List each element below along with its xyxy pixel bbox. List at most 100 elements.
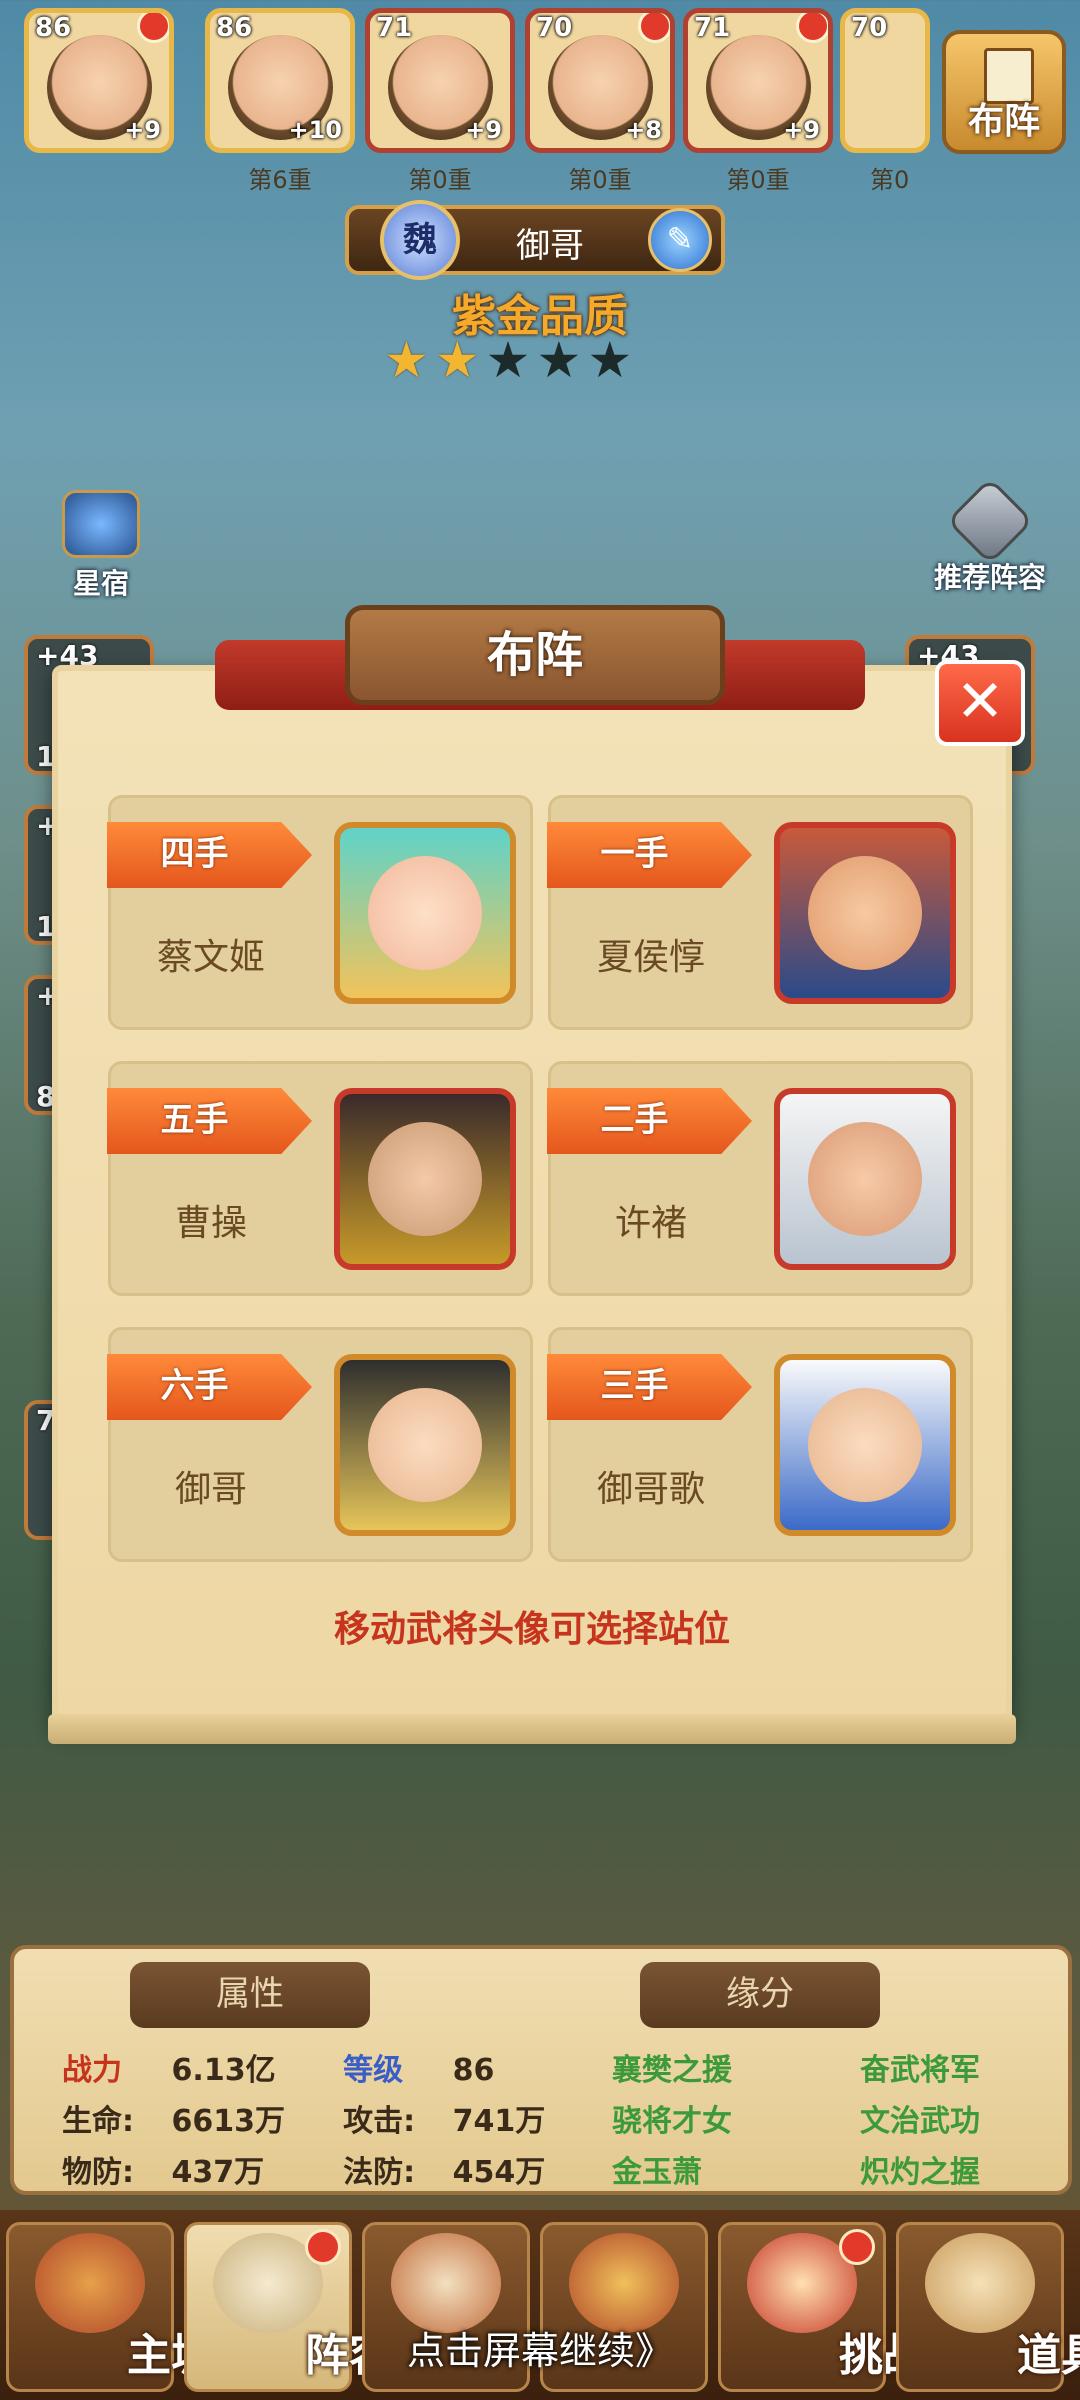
hero-portrait[interactable] — [774, 1354, 956, 1536]
slot-order-tag: 五手 — [107, 1088, 312, 1154]
slot-hero-name: 蔡文姬 — [156, 937, 265, 978]
bond-item[interactable]: 炽灼之握 — [860, 2147, 980, 2191]
stat-value: 6613万 — [171, 2104, 286, 2139]
slot-order-tag: 二手 — [547, 1088, 752, 1154]
bond-item[interactable]: 文治武功 — [860, 2096, 980, 2140]
notification-dot — [839, 2229, 875, 2265]
hero-plus: +10 — [288, 116, 342, 144]
edit-name-button[interactable]: ✎ — [648, 208, 712, 272]
hero-card-3[interactable]: 71 +9 — [365, 8, 515, 153]
pencil-icon: ✎ — [666, 220, 694, 258]
hero-level: 71 — [376, 13, 413, 43]
hero-caption: 第0 — [870, 166, 910, 194]
hero-plus: +9 — [124, 116, 161, 144]
kingdom-badge: 魏 — [380, 200, 460, 280]
modal-title: 布阵 — [486, 627, 583, 683]
notification-dot — [638, 13, 670, 43]
tap-to-continue[interactable]: 点击屏幕继续》 — [360, 2320, 720, 2375]
bag-icon — [925, 2233, 1035, 2333]
slot-hero-name: 许褚 — [614, 1203, 687, 1244]
hero-card-5[interactable]: 71 +9 — [683, 8, 833, 153]
stat-value: 6.13亿 — [171, 2053, 276, 2088]
stat-key: 战力 — [62, 2053, 122, 2088]
treasure-icon — [569, 2233, 679, 2333]
notification-dot — [137, 13, 169, 43]
hero-portrait[interactable] — [334, 1354, 516, 1536]
hero-face — [368, 1122, 482, 1236]
nav-lineup[interactable]: 阵容 — [184, 2222, 393, 2392]
slot-hero-name: 御哥歌 — [596, 1469, 705, 1510]
stat-key: 攻击: — [343, 2104, 416, 2139]
stat-key: 物防: — [62, 2155, 134, 2190]
bond-item[interactable]: 金玉萧 — [612, 2147, 702, 2191]
hero-plus: +9 — [465, 116, 502, 144]
bond-item[interactable]: 襄樊之援 — [612, 2045, 732, 2089]
stat-key: 法防: — [343, 2155, 416, 2190]
close-button[interactable]: ✕ — [935, 660, 1025, 746]
constellation-icon — [62, 490, 140, 558]
general-icon — [391, 2233, 501, 2333]
hero-level: 71 — [694, 13, 731, 43]
stat-value: 741万 — [452, 2104, 546, 2139]
nav-main-city[interactable]: 主城 — [6, 2222, 215, 2392]
formation-button-label: 布阵 — [967, 101, 1040, 142]
hero-caption: 第0重 — [568, 166, 632, 194]
recommended-lineup-label: 推荐阵容 — [933, 561, 1046, 594]
formation-slot-3[interactable]: 三手 御哥歌 — [547, 1327, 973, 1562]
formation-slot-6[interactable]: 六手 御哥 — [107, 1327, 533, 1562]
recommended-lineup-button[interactable]: 推荐阵容 — [915, 477, 1065, 600]
hero-card-6[interactable]: 70 — [840, 8, 930, 153]
formation-slot-5[interactable]: 五手 曹操 — [107, 1061, 533, 1296]
stat-key: 等级 — [343, 2053, 404, 2088]
nav-challenge[interactable]: 挑战 — [718, 2222, 927, 2392]
slot-order-tag: 三手 — [547, 1354, 752, 1420]
notification-dot — [796, 13, 828, 43]
slot-order-tag: 一手 — [547, 822, 752, 888]
crossed-swords-icon — [946, 477, 1034, 565]
hero-portrait[interactable] — [774, 1088, 956, 1270]
star-empty-icon: ★ — [536, 331, 582, 389]
hero-level: 86 — [35, 13, 72, 43]
stat-row: 物防: 437万 法防: 454万 — [62, 2147, 545, 2191]
bond-item[interactable]: 骁将才女 — [612, 2096, 732, 2140]
slot-hero-name: 夏侯惇 — [596, 937, 705, 978]
stat-value: 86 — [452, 2053, 495, 2088]
hero-face — [368, 856, 482, 970]
hero-caption: 第0重 — [726, 166, 790, 194]
formation-slot-1[interactable]: 一手 夏侯惇 — [547, 795, 973, 1030]
constellation-label: 星宿 — [72, 567, 129, 600]
nav-items[interactable]: 道具 — [896, 2222, 1080, 2392]
bonds-header[interactable]: 缘分 — [640, 1962, 880, 2028]
attributes-header[interactable]: 属性 — [130, 1962, 370, 2028]
slot-order-tag: 六手 — [107, 1354, 312, 1420]
stat-key: 生命: — [62, 2104, 134, 2139]
hero-portrait[interactable] — [774, 822, 956, 1004]
formation-hint: 移动武将头像可选择站位 — [333, 1609, 730, 1650]
constellation-button[interactable]: 星宿 — [36, 490, 166, 600]
bond-item[interactable]: 奋武将军 — [860, 2045, 980, 2089]
hero-card-2[interactable]: 86 +10 — [205, 8, 355, 153]
hero-card-1[interactable]: 86 +9 — [24, 8, 174, 153]
hero-level: 86 — [216, 13, 253, 43]
star-empty-icon: ★ — [485, 331, 531, 389]
close-icon: ✕ — [955, 667, 1005, 735]
notification-dot — [305, 2229, 341, 2265]
hero-portrait[interactable] — [334, 822, 516, 1004]
star-filled-icon: ★ — [434, 331, 480, 389]
formation-button[interactable]: 布阵 — [942, 30, 1066, 154]
modal-title-board: 布阵 — [345, 605, 725, 705]
hero-level: 70 — [536, 13, 573, 43]
hero-level: 70 — [851, 13, 888, 43]
stat-row: 生命: 6613万 攻击: 741万 — [62, 2096, 545, 2140]
hero-face — [808, 1388, 922, 1502]
hero-portrait[interactable] — [334, 1088, 516, 1270]
hero-card-4[interactable]: 70 +8 — [525, 8, 675, 153]
stat-value: 437万 — [171, 2155, 265, 2190]
slot-hero-name: 御哥 — [174, 1469, 247, 1510]
star-empty-icon: ★ — [587, 331, 633, 389]
formation-slot-2[interactable]: 二手 许褚 — [547, 1061, 973, 1296]
castle-icon — [35, 2233, 145, 2333]
stat-row: 战力 6.13亿 等级 86 — [62, 2045, 494, 2089]
formation-slot-4[interactable]: 四手 蔡文姬 — [107, 795, 533, 1030]
top-hero-strip: 86 +9 86 +10 71 +9 70 +8 71 +9 70 第6重 第0… — [0, 0, 1080, 200]
